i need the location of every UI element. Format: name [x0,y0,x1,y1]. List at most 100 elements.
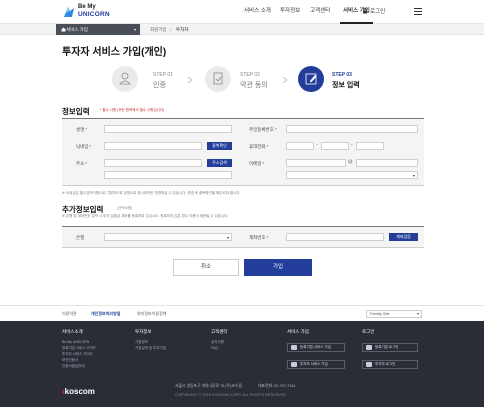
login-label: 로그인 [370,9,386,15]
nickname-label: 닉네임* [76,144,92,149]
name-input[interactable] [104,125,232,133]
phone-dash: - [316,142,318,148]
address-detail-input[interactable] [104,171,232,179]
step2-icon [205,66,231,92]
document-check-icon [213,72,223,85]
breadcrumb-section[interactable]: 서비스 가입 ▾ [56,24,140,35]
email-id-input[interactable] [286,159,346,167]
footer-company-join-label: 등록기업 서비스 가입 [300,345,331,349]
footer-col-service-item[interactable]: 등록기업 서비스 가이드 [62,346,96,351]
phone-dash: - [351,142,353,148]
info-form: 성명* 주민등록번호* 닉네임* 중복확인 휴대전화* - - 주소* 주소검색… [62,118,424,186]
user-check-icon [119,72,131,85]
phone-part1-input[interactable] [286,142,314,150]
optional-note: (선택사항) [117,206,133,210]
additional-form: 은행 ▾ 계좌번호* 계좌검증 [62,226,424,248]
lock-icon [363,8,367,14]
cancel-button[interactable]: 취소 [173,259,239,276]
footer-investor-join-button[interactable]: 투자자 서비스 가입 [287,360,345,369]
footer-col-service-item[interactable]: Be My UNICORN [62,340,89,344]
phone-part2-input[interactable] [321,142,349,150]
email-domain-select[interactable]: ▾ [286,171,418,179]
family-site-select[interactable]: Family Site ▾ [366,310,422,318]
additional-footnote: ※ 은행 및 계좌번호 입력 시 투자 입출금 계좌를 등록하여 주십시오. 등… [62,214,229,218]
hamburger-menu-icon[interactable] [414,8,422,15]
account-input[interactable] [286,233,384,241]
footer-col-service-item[interactable]: 투자자 서비스 가이드 [62,352,93,357]
family-site-label: Family Site [370,311,390,316]
footer-investor-login-button[interactable]: 투자자 로그인 [362,360,418,369]
footer-col-service-title: 서비스소개 [62,329,83,334]
rrn-input[interactable] [286,125,418,133]
footer-address: 서울시 영등포구 여의나루로 76 (주)코스콤 [175,384,242,388]
footer-col-invest-title: 투자정보 [135,329,152,334]
nickname-dup-check-button[interactable]: 중복확인 [207,142,232,150]
join-button[interactable]: 가입 [244,259,312,276]
address-label: 주소* [76,161,88,166]
email-label: 이메일* [249,161,265,166]
user-icon [366,362,372,367]
bank-select[interactable]: ▾ [104,233,232,241]
location-policy-link[interactable]: 위치정보이용정책 [137,311,166,317]
nav-customer-center[interactable]: 고객센터 [310,0,330,22]
step2-name: 약관 동의 [240,82,268,89]
user-icon [291,362,297,367]
building-icon [291,345,297,350]
chevron-down-icon: ▾ [412,173,415,178]
step3-icon [298,66,324,92]
building-icon [366,345,372,350]
footer-col-support-item[interactable]: 공지사항 [211,340,224,345]
chevron-down-icon: ▾ [226,235,229,240]
login-link[interactable]: 로그인 [362,7,385,15]
footer-col-support-item[interactable]: FAQ [211,346,218,350]
logo-line2: UNICORN [78,11,110,18]
phone-part3-input[interactable] [356,142,384,150]
footer-col-service-item[interactable]: 인증서발급안내 [62,364,85,369]
terms-link[interactable]: 이용약관 [62,311,77,317]
footer-company-login-label: 등록기업 로그인 [375,345,399,349]
step1-label: STEP 01 [153,72,173,78]
step1-name: 인증 [153,82,166,89]
email-at-sign: @ [348,159,353,164]
email-domain-input[interactable] [356,159,418,167]
footer-tel: 대표전화: 02-767-7114 [258,384,296,388]
required-note: * 필수 사항 (모든 항목에서 필수 사항입니다) [100,108,165,112]
footer-company-join-button[interactable]: 등록기업 서비스 가입 [287,343,345,352]
nav-investment-info[interactable]: 투자정보 [280,0,300,22]
chevron-down-icon: ▾ [416,311,419,316]
home-icon[interactable] [61,27,66,32]
footer-copyright: COPYRIGHT © 2019 KOSCOM CORP. ALL RIGHTS… [175,393,288,397]
chevron-down-icon: ▾ [133,27,136,32]
breadcrumb-item-signup[interactable]: 회원가입 [150,24,167,35]
chevron-right-icon [282,76,288,84]
step2-label: STEP 02 [240,72,260,78]
footer-col-support-title: 고객센터 [211,329,228,334]
footer-login-title: 로그인 [362,329,375,334]
footer-company-login-button[interactable]: 등록기업 로그인 [362,343,418,352]
address-input[interactable] [104,159,202,167]
logo[interactable]: Be My UNICORN [62,3,122,21]
account-verify-button[interactable]: 계좌검증 [389,233,418,241]
nickname-input[interactable] [104,142,202,150]
breadcrumb: 서비스 가입 ▾ 회원가입 › 투자자 [0,24,484,35]
rrn-label: 주민등록번호* [249,127,277,132]
privacy-link[interactable]: 개인정보처리방침 [91,311,120,317]
info-section-title: 정보입력 [62,107,90,116]
breadcrumb-section-label: 서비스 가입 [66,27,88,32]
edit-icon [305,73,317,85]
footer-col-invest-item[interactable]: 기업정보 [135,340,148,345]
bank-label: 은행 [76,235,85,240]
footer-links: 이용약관 개인정보처리방침 위치정보이용정책 Family Site ▾ [0,305,484,321]
nickname-footnote: ※ 닉네임은 필수입력사항으로 기본적으로 성명으로 표시되지만 변경하실 수 … [62,191,241,195]
footer-col-invest-item[interactable]: 기업실적 및 투자기업 [135,346,166,351]
footer-join-title: 서비스 가입 [287,329,309,334]
address-search-button[interactable]: 주소검색 [207,159,232,167]
step1-icon [112,66,138,92]
footer-col-service-item[interactable]: 보안인증서 [62,358,78,363]
name-label: 성명* [76,127,88,132]
footer-investor-join-label: 투자자 서비스 가입 [300,362,328,366]
site-header: Be My UNICORN 서비스 소개 투자정보 고객센터 서비스 가입 로그… [0,0,484,24]
breadcrumb-sep-icon: › [170,27,172,32]
nav-service-intro[interactable]: 서비스 소개 [244,0,271,22]
step3-name: 정보 입력 [332,82,360,89]
